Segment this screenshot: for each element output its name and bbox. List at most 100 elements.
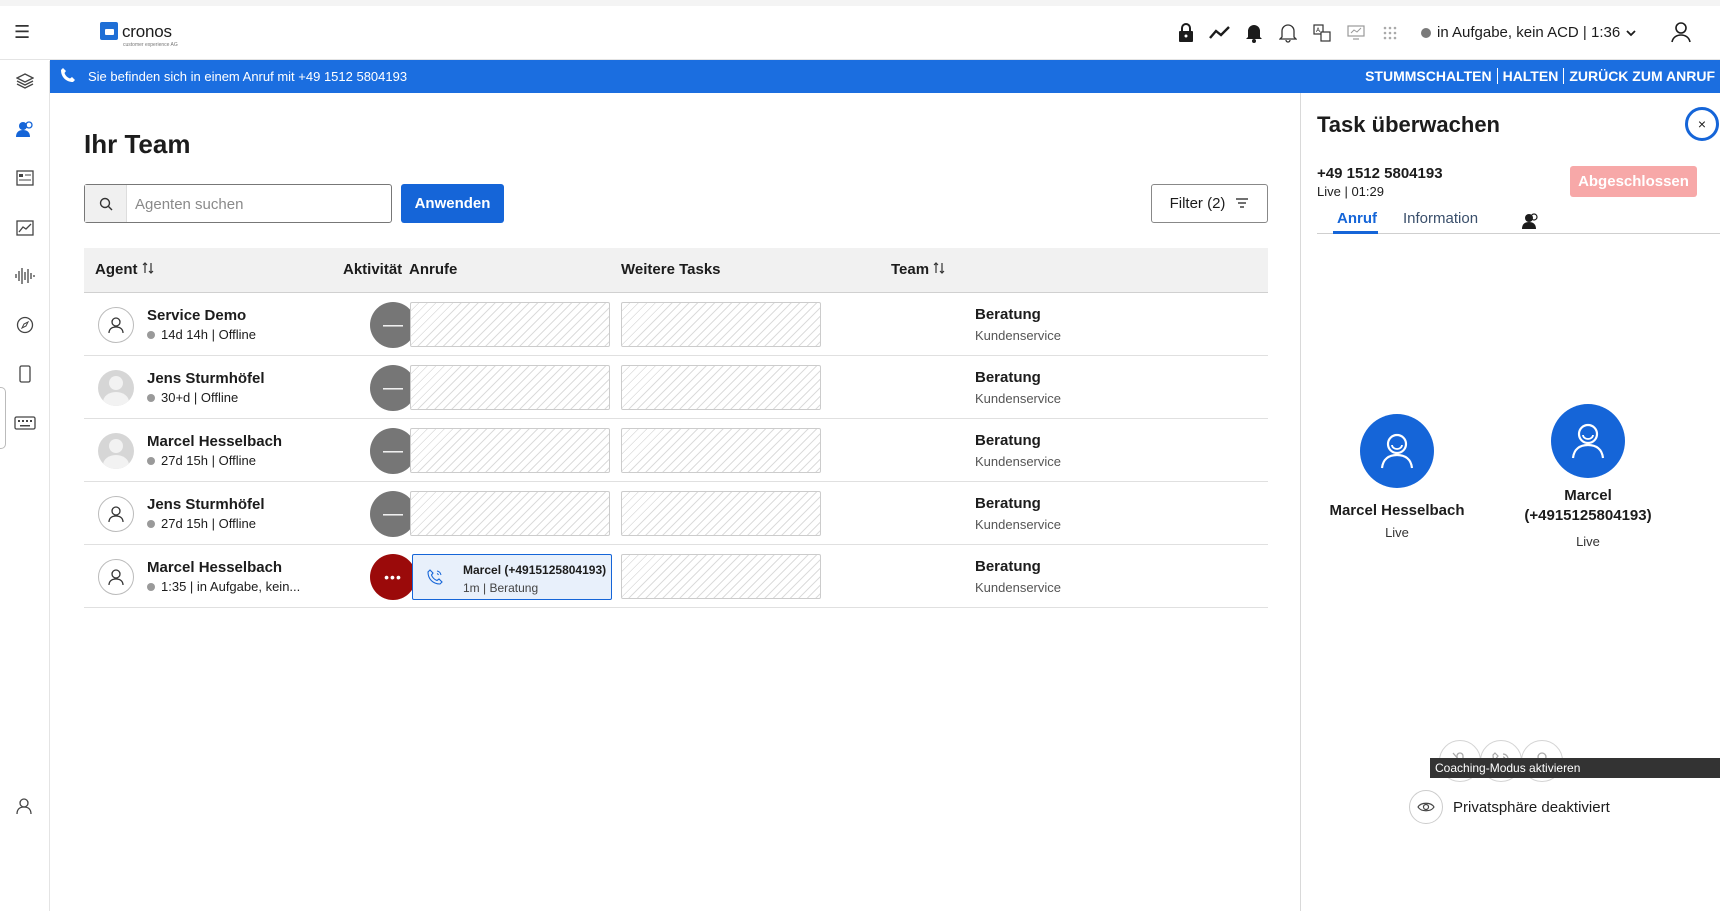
banner-actions: STUMMSCHALTEN HALTEN ZURÜCK ZUM ANRUF <box>1360 68 1720 84</box>
subteam-name: Kundenservice <box>975 391 1061 406</box>
rail-drag-handle[interactable] <box>0 387 6 449</box>
compass-icon[interactable] <box>13 313 37 337</box>
top-bar: ☰ cronos customer experience AG A in Auf… <box>0 6 1720 60</box>
presence-dot <box>147 456 155 465</box>
tasks-empty-cell <box>621 365 821 410</box>
privacy-toggle[interactable]: Privatsphäre deaktiviert <box>1409 790 1610 824</box>
tab-call[interactable]: Anruf <box>1337 210 1377 227</box>
page-title: Ihr Team <box>84 129 191 159</box>
translate-icon[interactable]: A <box>1311 22 1333 44</box>
team-name: Beratung <box>975 369 1041 386</box>
subteam-name: Kundenservice <box>975 328 1061 343</box>
party-name: Marcel Hesselbach <box>1329 502 1465 519</box>
dashboard-icon[interactable] <box>13 166 37 190</box>
logo-text: cronos <box>122 22 172 41</box>
presence-dot <box>147 519 155 528</box>
menu-icon[interactable]: ☰ <box>14 22 30 43</box>
filter-label: Filter (2) <box>1169 195 1226 212</box>
eye-icon <box>1409 790 1443 824</box>
agent-name: Jens Sturmhöfel <box>147 496 265 513</box>
agent-name: Jens Sturmhöfel <box>147 370 265 387</box>
column-header-team[interactable]: Team <box>891 261 945 278</box>
team-icon[interactable] <box>13 117 37 141</box>
avatar <box>98 496 134 532</box>
tasks-empty-cell <box>621 491 821 536</box>
mute-action-button[interactable]: STUMMSCHALTEN <box>1360 68 1497 84</box>
team-table: Agent Aktivität Anrufe Weitere Tasks Tea… <box>84 248 1268 608</box>
presence-dot <box>147 330 155 339</box>
table-row[interactable]: Jens Sturmhöfel 27d 15h | Offline — Bera… <box>84 482 1268 545</box>
close-button[interactable]: × <box>1685 107 1719 141</box>
table-row[interactable]: Service Demo 14d 14h | Offline — Beratun… <box>84 293 1268 356</box>
agent-status-text: 14d 14h | Offline <box>161 327 256 342</box>
calls-empty-cell <box>410 491 610 536</box>
column-header-calls: Anrufe <box>409 261 458 278</box>
layers-icon[interactable] <box>13 69 37 93</box>
users-settings-icon[interactable] <box>13 794 37 818</box>
grid-icon[interactable] <box>1379 22 1401 44</box>
agent-name: Service Demo <box>147 307 247 324</box>
party-status: Live <box>1385 525 1409 540</box>
calls-empty-cell <box>410 428 610 473</box>
bell-filled-icon[interactable] <box>1243 22 1265 44</box>
trend-icon[interactable] <box>1209 22 1231 44</box>
top-icon-group: A <box>1175 19 1401 47</box>
table-row[interactable]: Marcel Hesselbach 27d 15h | Offline — Be… <box>84 419 1268 482</box>
call-live-status: Live | 01:29 <box>1317 184 1384 199</box>
phone-call-icon <box>427 569 443 590</box>
activity-busy-indicator[interactable]: ••• <box>370 554 416 600</box>
team-name: Beratung <box>975 495 1041 512</box>
coaching-tooltip: Coaching-Modus aktivieren <box>1430 758 1720 778</box>
tab-participants-icon[interactable] <box>1521 212 1539 235</box>
filter-icon <box>1235 195 1249 212</box>
filter-button[interactable]: Filter (2) <box>1151 184 1268 223</box>
chevron-down-icon <box>1626 24 1636 41</box>
table-row[interactable]: Marcel Hesselbach 1:35 | in Aufgabe, kei… <box>84 545 1268 608</box>
svg-text:A: A <box>1316 27 1321 34</box>
completed-button[interactable]: Abgeschlossen <box>1570 166 1697 197</box>
waveform-icon[interactable] <box>13 264 37 288</box>
agent-name: Marcel Hesselbach <box>147 433 283 450</box>
avatar <box>98 307 134 343</box>
tasks-empty-cell <box>621 554 821 599</box>
search-icon <box>85 185 127 222</box>
avatar <box>98 370 134 406</box>
lock-icon[interactable] <box>1175 22 1197 44</box>
phone-device-icon[interactable] <box>13 362 37 386</box>
close-icon: × <box>1697 116 1707 132</box>
agent-search-input[interactable] <box>135 193 375 215</box>
user-profile-icon[interactable] <box>1670 21 1692 48</box>
party-status: Live <box>1576 534 1600 549</box>
bell-icon[interactable] <box>1277 22 1299 44</box>
status-selector[interactable]: in Aufgabe, kein ACD | 1:36 <box>1421 24 1636 41</box>
call-card-subtitle: 1m | Beratung <box>463 581 539 595</box>
calls-empty-cell <box>410 302 610 347</box>
presence-dot <box>147 582 155 591</box>
user-avatar-icon <box>1360 414 1434 488</box>
caller-number: +49 1512 5804193 <box>1317 165 1443 182</box>
active-call-banner: Sie befinden sich in einem Anruf mit +49… <box>50 60 1720 93</box>
table-row[interactable]: Jens Sturmhöfel 30+d | Offline — Beratun… <box>84 356 1268 419</box>
logo-subtext: customer experience AG <box>123 42 178 48</box>
chart-icon[interactable] <box>13 216 37 240</box>
privacy-label: Privatsphäre deaktiviert <box>1453 798 1610 816</box>
active-call-card[interactable]: Marcel (+4915125804193) 1m | Beratung <box>412 554 612 600</box>
hold-action-button[interactable]: HALTEN <box>1496 68 1564 84</box>
team-name: Beratung <box>975 306 1041 323</box>
agent-status: 27d 15h | Offline <box>147 516 256 531</box>
column-header-agent[interactable]: Agent <box>95 261 154 278</box>
party-card: Marcel (+4915125804193) Live <box>1501 404 1675 549</box>
sort-icon <box>933 261 945 278</box>
screen-icon[interactable] <box>1345 22 1367 44</box>
calls-empty-cell <box>410 365 610 410</box>
status-dot <box>1421 27 1431 38</box>
presence-dot <box>147 393 155 402</box>
agent-status: 30+d | Offline <box>147 390 238 405</box>
logo-mark-icon <box>100 22 118 40</box>
column-header-activity: Aktivität <box>343 261 403 278</box>
tab-information[interactable]: Information <box>1403 210 1478 227</box>
party-name: Marcel (+4915125804193) <box>1524 487 1652 524</box>
apply-button[interactable]: Anwenden <box>401 184 504 223</box>
back-to-call-button[interactable]: ZURÜCK ZUM ANRUF <box>1563 68 1720 84</box>
keyboard-icon[interactable] <box>13 411 37 435</box>
